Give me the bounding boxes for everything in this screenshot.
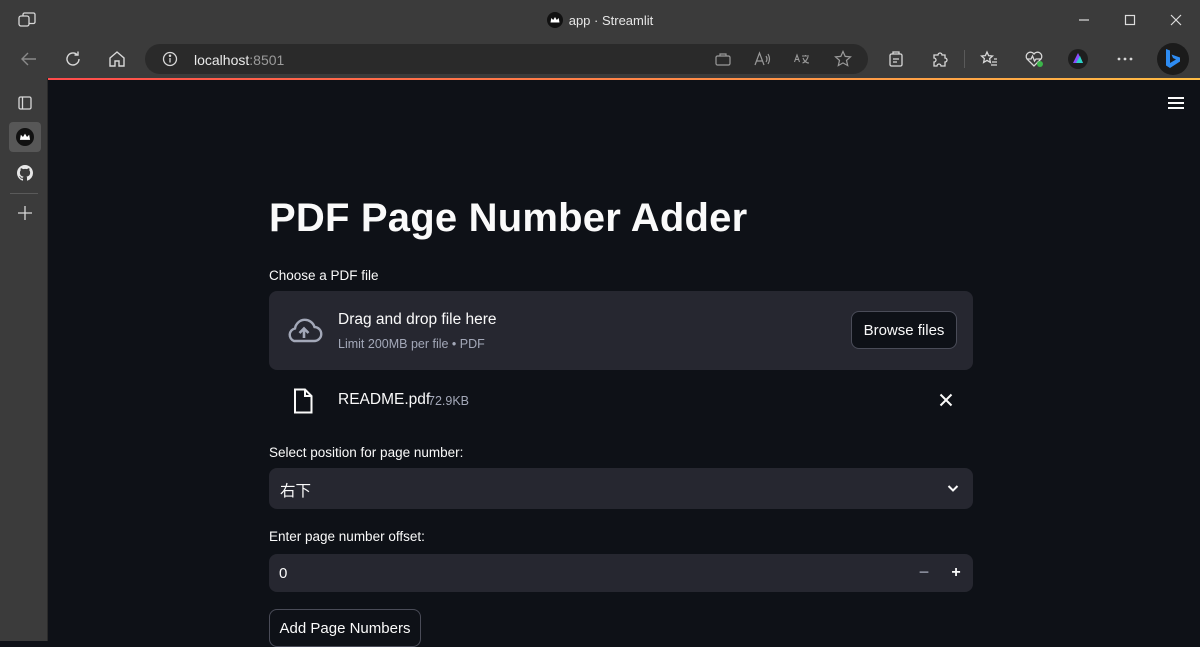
- home-icon: [109, 51, 125, 67]
- favorite-star-icon[interactable]: [834, 50, 852, 68]
- back-button[interactable]: [18, 48, 40, 70]
- dropzone-instructions: Drag and drop file here: [338, 311, 497, 328]
- tab-streamlit-app[interactable]: [9, 122, 41, 152]
- url-text: localhost:8501: [194, 52, 284, 68]
- uploader-label: Choose a PDF file: [269, 268, 379, 283]
- bing-chat-button[interactable]: [1157, 43, 1189, 75]
- file-icon: [294, 388, 313, 414]
- minimize-button[interactable]: [1061, 0, 1107, 40]
- address-bar[interactable]: localhost:8501: [145, 44, 868, 74]
- uploaded-file-row: README.pdf 72.9KB: [269, 380, 973, 422]
- streamlit-crown-icon: [546, 12, 563, 28]
- favorites-button[interactable]: [978, 48, 1000, 70]
- tab-actions-button[interactable]: [9, 88, 41, 118]
- puzzle-icon: [933, 52, 948, 67]
- dropzone-limit-text: Limit 200MB per file • PDF: [338, 337, 485, 351]
- plus-icon: [18, 206, 32, 220]
- streamlit-crown-icon: [16, 128, 34, 146]
- uploaded-file-size: 72.9KB: [428, 394, 470, 408]
- browser-toolbar: localhost:8501: [0, 40, 1200, 78]
- bing-icon: [1166, 49, 1180, 68]
- github-icon: [17, 165, 33, 181]
- increment-button[interactable]: +: [945, 562, 967, 584]
- position-select[interactable]: 右下: [269, 468, 973, 509]
- position-select-label: Select position for page number:: [269, 445, 464, 460]
- minimize-icon: [1079, 19, 1089, 21]
- menu-line: [1168, 97, 1184, 99]
- browser-essentials-button[interactable]: [1023, 48, 1045, 70]
- profile-extension-button[interactable]: [1067, 48, 1089, 70]
- close-icon: [1170, 14, 1182, 26]
- browse-files-button[interactable]: Browse files: [851, 311, 957, 349]
- favorites-list-icon: [980, 50, 997, 66]
- file-dropzone[interactable]: Drag and drop file here Limit 200MB per …: [269, 291, 973, 370]
- streamlit-app: PDF Page Number Adder Choose a PDF file …: [49, 80, 1200, 647]
- read-aloud-icon[interactable]: [754, 51, 772, 67]
- offset-number-input[interactable]: 0 − +: [269, 554, 973, 592]
- copilot-extension-icon: [1068, 49, 1088, 69]
- refresh-icon: [66, 51, 80, 66]
- url-host: localhost: [194, 52, 250, 68]
- more-dots-icon: [1117, 57, 1133, 61]
- heart-pulse-icon: [1025, 51, 1043, 67]
- home-button[interactable]: [106, 48, 128, 70]
- remove-file-icon[interactable]: [939, 393, 953, 407]
- new-tab-button[interactable]: [9, 198, 41, 228]
- vertical-tabs-sidebar: [0, 78, 48, 641]
- site-info-icon[interactable]: [162, 51, 178, 67]
- collections-button[interactable]: [885, 48, 907, 70]
- offset-input-label: Enter page number offset:: [269, 529, 425, 544]
- tab-github[interactable]: [9, 158, 41, 188]
- app-available-icon[interactable]: [715, 52, 731, 66]
- main-menu-button[interactable]: [1168, 97, 1184, 109]
- position-select-value: 右下: [280, 483, 312, 500]
- back-arrow-icon: [21, 52, 36, 66]
- tab-actions-icon: [18, 96, 32, 110]
- offset-input-value[interactable]: 0: [279, 565, 287, 582]
- translate-icon[interactable]: [793, 51, 811, 67]
- menu-line: [1168, 107, 1184, 109]
- window-title: app · Streamlit: [0, 12, 1200, 28]
- add-page-numbers-button[interactable]: Add Page Numbers: [269, 609, 421, 647]
- sidebar-divider: [10, 193, 38, 194]
- decrement-button[interactable]: −: [913, 562, 935, 584]
- collections-icon: [889, 51, 903, 67]
- maximize-button[interactable]: [1107, 0, 1153, 40]
- toolbar-divider: [964, 50, 965, 68]
- url-port: :8501: [249, 52, 285, 68]
- cloud-upload-icon: [288, 318, 323, 343]
- refresh-button[interactable]: [62, 48, 84, 70]
- maximize-icon: [1124, 14, 1136, 26]
- uploaded-file-name: README.pdf: [338, 391, 431, 408]
- chevron-down-icon: [947, 485, 959, 492]
- menu-line: [1168, 102, 1184, 104]
- extensions-button[interactable]: [929, 48, 951, 70]
- more-menu-button[interactable]: [1114, 48, 1136, 70]
- tab-title-text: app · Streamlit: [568, 13, 654, 28]
- browser-title-bar: app · Streamlit: [0, 0, 1200, 40]
- page-title: PDF Page Number Adder: [269, 196, 748, 240]
- close-window-button[interactable]: [1153, 0, 1199, 40]
